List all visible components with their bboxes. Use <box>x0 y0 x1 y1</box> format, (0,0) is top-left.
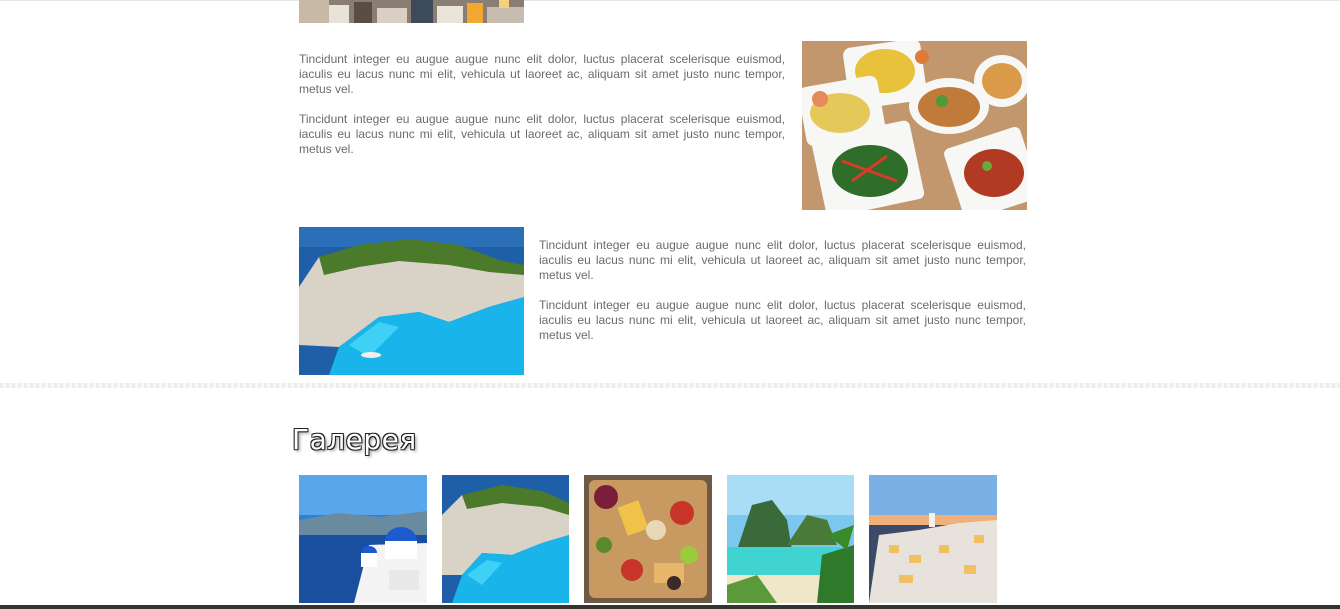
section-divider <box>0 383 1340 388</box>
gallery-item-cove-beach[interactable] <box>442 475 569 603</box>
bottom-rule <box>0 605 1340 609</box>
beach-text-block: Tincidunt integer eu augue augue nunc el… <box>539 238 1026 358</box>
top-rule <box>0 0 1340 1</box>
santorini-domes-icon <box>299 475 427 603</box>
food-text-block: Tincidunt integer eu augue augue nunc el… <box>299 52 785 172</box>
gallery-item-santorini-domes[interactable] <box>299 475 427 603</box>
beach-paragraph-2: Tincidunt integer eu augue augue nunc el… <box>539 298 1026 342</box>
food-platter-icon <box>584 475 712 603</box>
tropical-beach-icon <box>727 475 854 603</box>
gallery-item-tropical-beach[interactable] <box>727 475 854 603</box>
gallery-item-santorini-sunset[interactable] <box>869 475 997 603</box>
cove-beach-icon <box>442 475 569 603</box>
cove-beach-image <box>299 227 524 375</box>
gallery-title: Галерея <box>292 423 417 456</box>
beach-paragraph-1: Tincidunt integer eu augue augue nunc el… <box>539 238 1026 282</box>
top-cropped-image <box>299 0 524 23</box>
santorini-sunset-icon <box>869 475 997 603</box>
food-dishes-image <box>802 41 1027 210</box>
food-paragraph-2: Tincidunt integer eu augue augue nunc el… <box>299 112 785 156</box>
gallery-item-food-platter[interactable] <box>584 475 712 603</box>
food-paragraph-1: Tincidunt integer eu augue augue nunc el… <box>299 52 785 96</box>
